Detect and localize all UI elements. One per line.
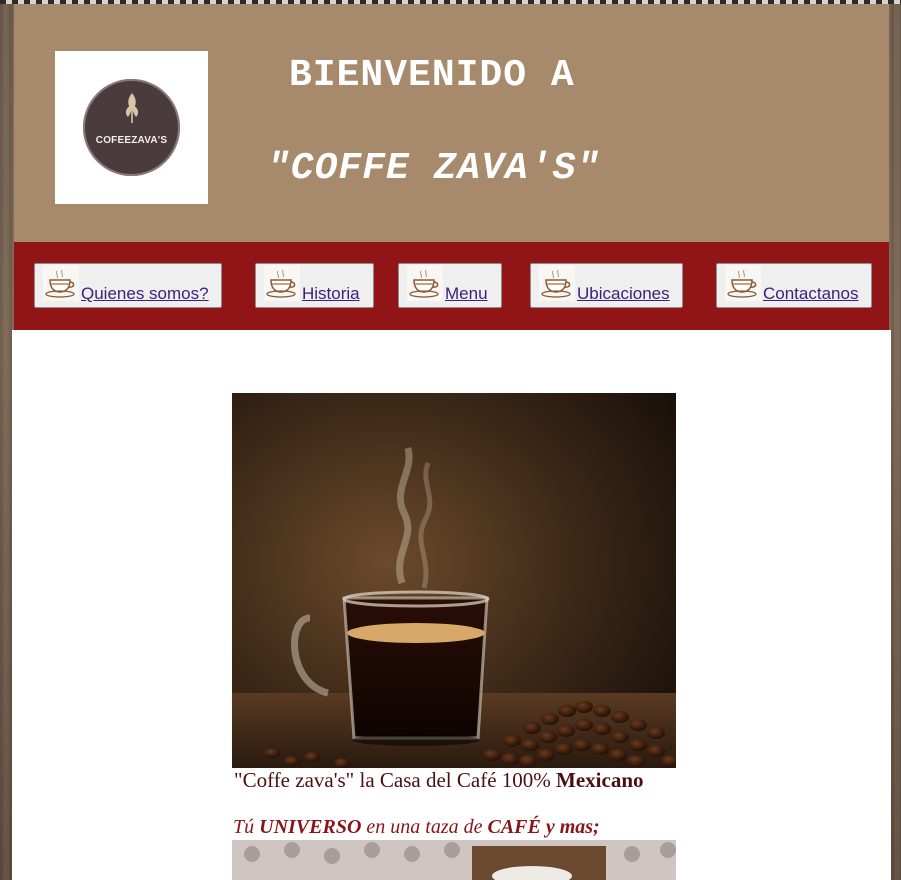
- nav-label: Contactanos: [763, 284, 859, 303]
- latte-image: [232, 840, 676, 880]
- coffee-cup-icon: [407, 265, 443, 301]
- main-content: "Coffe zava's" la Casa del Café 100% Mex…: [12, 330, 891, 880]
- nav-label: Historia: [302, 284, 360, 303]
- coffee-cup-icon: [539, 265, 575, 301]
- tagline-bold: UNIVERSO: [259, 816, 362, 838]
- brand-title: "COFFE ZAVA'S": [267, 147, 601, 190]
- tagline: Tú UNIVERSO en una taza de CAFÉ y mas;: [233, 816, 600, 839]
- caption-bold: Mexicano: [556, 768, 644, 792]
- nav-label: Quienes somos?: [81, 284, 209, 303]
- caption-text: "Coffe zava's" la Casa del Café 100%: [234, 768, 557, 792]
- nav-button-quienes-somos[interactable]: Quienes somos?: [34, 263, 222, 308]
- tagline-part: en una taza de: [361, 816, 488, 838]
- nav-button-historia[interactable]: Historia: [255, 263, 374, 308]
- nav-button-menu[interactable]: Menu: [398, 263, 502, 308]
- coffee-cup-icon: [725, 265, 761, 301]
- coffee-hero-image: [232, 393, 676, 768]
- logo-text: COFEEZAVA'S: [95, 135, 168, 146]
- nav-button-contactanos[interactable]: Contactanos: [716, 263, 872, 308]
- nav-label: Menu: [445, 284, 488, 303]
- coffee-cup-icon: [43, 265, 79, 301]
- site-header: COFEEZAVA'S BIENVENIDO A "COFFE ZAVA'S": [14, 4, 889, 242]
- logo-badge: COFEEZAVA'S: [83, 79, 180, 176]
- hero-caption: "Coffe zava's" la Casa del Café 100% Mex…: [234, 768, 644, 793]
- tagline-part: Tú: [233, 816, 260, 838]
- nav-button-ubicaciones[interactable]: Ubicaciones: [530, 263, 683, 308]
- nav-label: Ubicaciones: [577, 284, 670, 303]
- logo: COFEEZAVA'S: [55, 51, 208, 204]
- welcome-title: BIENVENIDO A: [289, 54, 575, 97]
- coffee-cup-icon: [264, 265, 300, 301]
- tagline-bold: CAFÉ y mas;: [487, 816, 600, 838]
- leaf-icon: [125, 93, 139, 123]
- main-nav: Quienes somos? Historia Menu Ubicaciones…: [14, 242, 889, 330]
